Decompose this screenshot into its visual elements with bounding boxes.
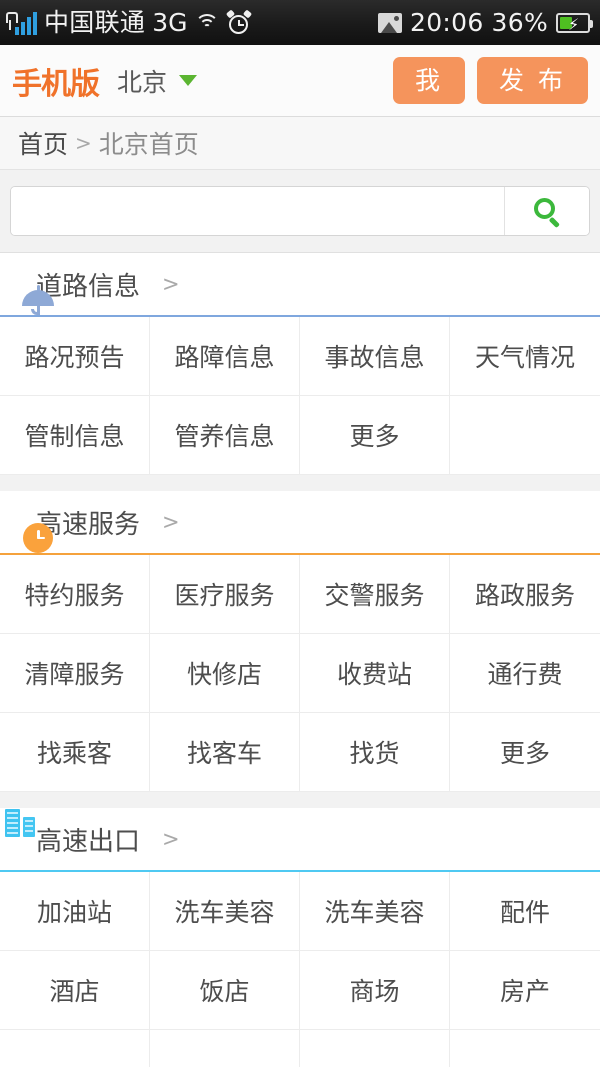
grid-cell-empty: [150, 1030, 300, 1067]
section-expressway-exit: 高速出口 > 加油站 洗车美容 洗车美容 配件 酒店 饭店 商场 房产: [0, 808, 600, 1067]
wifi-icon: [194, 12, 220, 34]
section-divider: [0, 792, 600, 808]
grid-item[interactable]: 交警服务: [300, 555, 450, 634]
grid-item[interactable]: 快修店: [150, 634, 300, 713]
search-button[interactable]: [504, 187, 589, 235]
grid-item[interactable]: 事故信息: [300, 317, 450, 396]
grid-item[interactable]: 管制信息: [0, 396, 150, 475]
grid-cell-empty: [450, 1030, 600, 1067]
grid-item[interactable]: 找货: [300, 713, 450, 792]
breadcrumb: 首页 > 北京首页: [0, 117, 600, 170]
search-bar: [0, 170, 600, 253]
grid-cell-empty: [450, 396, 600, 475]
status-bar: 中国联通 3G 20:06 36% ⚡: [0, 0, 600, 45]
app-header: 手机版 北京 我 发 布: [0, 45, 600, 117]
picture-icon: [377, 12, 402, 33]
status-bar-left: 中国联通 3G: [6, 8, 253, 37]
grid-item[interactable]: 收费站: [300, 634, 450, 713]
breadcrumb-current: 北京首页: [98, 130, 199, 159]
carrier-label: 中国联通: [44, 8, 146, 37]
grid-item[interactable]: 天气情况: [450, 317, 600, 396]
grid-item[interactable]: 饭店: [150, 951, 300, 1030]
grid-item[interactable]: 清障服务: [0, 634, 150, 713]
clock-label: 20:06: [409, 8, 484, 37]
chevron-right-icon[interactable]: >: [162, 827, 180, 851]
grid-item[interactable]: 特约服务: [0, 555, 150, 634]
network-type-label: 3G: [152, 8, 188, 37]
grid-item[interactable]: 房产: [450, 951, 600, 1030]
grid-item[interactable]: 洗车美容: [300, 872, 450, 951]
search-input[interactable]: [11, 187, 504, 235]
grid-cell-empty: [300, 1030, 450, 1067]
grid-item[interactable]: 路况预告: [0, 317, 150, 396]
section-header-road-information[interactable]: 道路信息 >: [0, 253, 600, 315]
grid-item[interactable]: 更多: [450, 713, 600, 792]
grid-item[interactable]: 配件: [450, 872, 600, 951]
grid-item[interactable]: 路障信息: [150, 317, 300, 396]
section-road-information: 道路信息 > 路况预告 路障信息 事故信息 天气情况管制信息 管养信息 更多: [0, 253, 600, 475]
signal-bars-icon: [6, 11, 37, 35]
section-divider: [0, 475, 600, 491]
grid-item[interactable]: 找乘客: [0, 713, 150, 792]
breadcrumb-separator: >: [75, 131, 92, 155]
grid-item[interactable]: 医疗服务: [150, 555, 300, 634]
search-icon: [534, 198, 560, 228]
search-box: [10, 186, 590, 236]
grid-item[interactable]: 通行费: [450, 634, 600, 713]
grid-item[interactable]: 加油站: [0, 872, 150, 951]
grid-expressway-service: 特约服务 医疗服务 交警服务 路政服务清障服务 快修店 收费站 通行费找乘客 找客车 找货 更多: [0, 553, 600, 792]
chevron-down-icon[interactable]: [179, 75, 198, 86]
app-logo: 手机版: [12, 66, 100, 102]
sections-container: 道路信息 > 路况预告 路障信息 事故信息 天气情况 管制信息 管养信息 更多 高速服务 > 特约服务…: [0, 253, 600, 1067]
section-header-expressway-service[interactable]: 高速服务 >: [0, 491, 600, 553]
grid-cell-empty: [0, 1030, 150, 1067]
grid-item[interactable]: 路政服务: [450, 555, 600, 634]
city-selector-label[interactable]: 北京: [117, 63, 167, 99]
battery-charging-icon: ⚡: [556, 12, 593, 34]
chevron-right-icon[interactable]: >: [162, 510, 180, 534]
grid-item[interactable]: 洗车美容: [150, 872, 300, 951]
publish-button[interactable]: 发 布: [477, 56, 588, 105]
grid-road-information: 路况预告 路障信息 事故信息 天气情况管制信息 管养信息 更多: [0, 315, 600, 475]
section-title: 高速出口: [36, 826, 141, 857]
battery-percent-label: 36%: [491, 8, 548, 37]
section-header-expressway-exit[interactable]: 高速出口 >: [0, 808, 600, 870]
grid-item[interactable]: 更多: [300, 396, 450, 475]
my-button[interactable]: 我: [393, 56, 466, 105]
grid-item[interactable]: 酒店: [0, 951, 150, 1030]
breadcrumb-home-link[interactable]: 首页: [18, 125, 68, 161]
grid-item[interactable]: 找客车: [150, 713, 300, 792]
status-bar-right: 20:06 36% ⚡: [377, 8, 593, 37]
header-buttons: 我 发 布: [393, 56, 588, 105]
grid-item[interactable]: 管养信息: [150, 396, 300, 475]
section-expressway-service: 高速服务 > 特约服务 医疗服务 交警服务 路政服务清障服务 快修店 收费站 通行费找乘客 找客车…: [0, 491, 600, 792]
alarm-clock-icon: [226, 8, 253, 35]
chevron-right-icon[interactable]: >: [162, 272, 180, 296]
grid-expressway-exit: 加油站 洗车美容 洗车美容 配件 酒店 饭店 商场 房产: [0, 870, 600, 1067]
grid-item[interactable]: 商场: [300, 951, 450, 1030]
